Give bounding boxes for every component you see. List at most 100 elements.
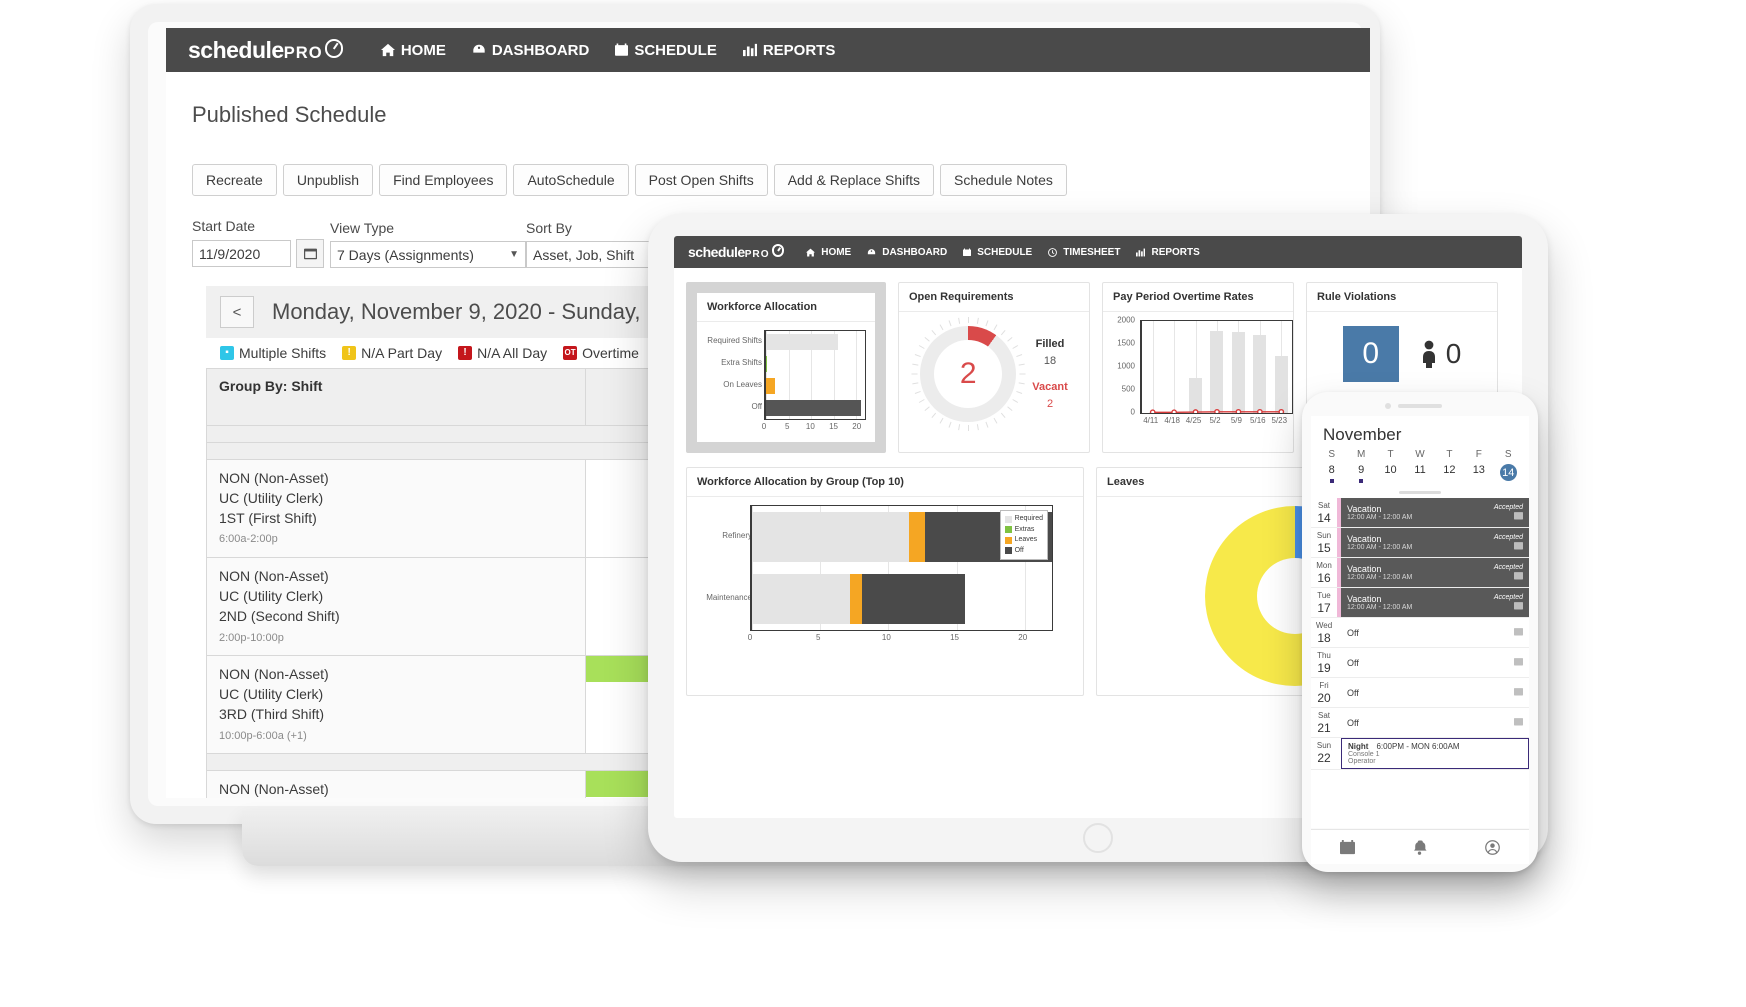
- bell-icon[interactable]: [1412, 840, 1427, 855]
- legend-overtime: OT Overtime: [563, 345, 639, 361]
- card-title: Workforce Allocation by Group (Top 10): [687, 468, 1083, 497]
- shift-name: Night: [1348, 742, 1369, 751]
- nav-home-label: HOME: [821, 246, 852, 258]
- logo-clock-icon: [324, 39, 343, 58]
- nav-timesheet[interactable]: TIMESHEET: [1048, 247, 1120, 258]
- open-requirements-kpis: Filled 18 Vacant 2: [1032, 336, 1067, 412]
- entry-day-number: 16: [1317, 571, 1331, 585]
- calendar-picker-icon[interactable]: [296, 239, 324, 268]
- bar: [766, 356, 768, 372]
- gauge-tick: [985, 421, 989, 428]
- axis-tick-label: 0: [1130, 407, 1135, 417]
- tablet-home-button[interactable]: [1083, 823, 1113, 853]
- entry-body: Off: [1341, 618, 1529, 647]
- list-item-shift[interactable]: Sun 22 Night 6:00PM - MON 6:00AM Console 1 Op…: [1311, 738, 1529, 770]
- calendar-icon[interactable]: [1514, 627, 1523, 636]
- workforce-allocation-chart: Required Shifts Extra Shifts On Leaves Off 0…: [706, 330, 866, 434]
- calendar-icon[interactable]: [1514, 687, 1523, 696]
- profile-icon[interactable]: [1485, 839, 1500, 855]
- list-item[interactable]: Tue 17 Vacation 12:00 AM - 12:00 AM Accepted: [1311, 588, 1529, 618]
- nav-dashboard[interactable]: DASHBOARD: [472, 42, 589, 59]
- nav-reports[interactable]: REPORTS: [1136, 247, 1200, 258]
- phone-drag-handle[interactable]: [1399, 491, 1441, 494]
- prev-week-button[interactable]: <: [220, 296, 254, 328]
- nav-home[interactable]: HOME: [806, 247, 851, 258]
- view-type-select[interactable]: 7 Days (Assignments) ▼: [330, 241, 526, 268]
- axis-tick-label: Off: [751, 402, 762, 411]
- view-type-label: View Type: [330, 220, 395, 236]
- entry-title: Vacation: [1347, 594, 1382, 604]
- list-item[interactable]: Fri 20 Off: [1311, 678, 1529, 708]
- date-cell[interactable]: 13: [1464, 464, 1493, 483]
- brand-suffix: PRO: [744, 249, 770, 260]
- entry-body: Off: [1341, 648, 1529, 677]
- calendar-icon[interactable]: [1514, 541, 1523, 550]
- list-item[interactable]: Sun 15 Vacation 12:00 AM - 12:00 AM Accepted: [1311, 528, 1529, 558]
- entry-body: Vacation 12:00 AM - 12:00 AM Accepted: [1341, 558, 1529, 587]
- post-open-shifts-button[interactable]: Post Open Shifts: [634, 164, 768, 196]
- list-item[interactable]: Mon 16 Vacation 12:00 AM - 12:00 AM Accepted: [1311, 558, 1529, 588]
- axis-tick-label: 500: [1121, 384, 1135, 394]
- legend-multiple-shifts: ▪ Multiple Shifts: [220, 345, 326, 361]
- date-cell[interactable]: 10: [1376, 464, 1405, 483]
- brand-logo[interactable]: schedule PRO: [688, 244, 785, 260]
- nav-home[interactable]: HOME: [380, 42, 446, 59]
- card-workforce-by-group[interactable]: Workforce Allocation by Group (Top 10) R…: [686, 467, 1084, 696]
- calendar-icon[interactable]: [1514, 571, 1523, 580]
- entry-body: Vacation 12:00 AM - 12:00 AM Accepted: [1341, 498, 1529, 527]
- person-icon: [1422, 340, 1435, 368]
- stacked-bar-row: [752, 568, 1052, 630]
- phone-screen: November SMTWTFS 8 9 10 11 12 13 14 Sat 14 Vacat…: [1311, 416, 1529, 828]
- nav-dashboard[interactable]: DASHBOARD: [867, 247, 947, 258]
- list-item[interactable]: Wed 18 Off: [1311, 618, 1529, 648]
- calendar-icon[interactable]: [1339, 839, 1355, 855]
- entry-status: Accepted: [1493, 593, 1523, 601]
- list-item[interactable]: Sat 14 Vacation 12:00 AM - 12:00 AM Accepted: [1311, 498, 1529, 528]
- recreate-button[interactable]: Recreate: [192, 164, 277, 196]
- brand-logo[interactable]: schedule PRO: [188, 37, 343, 64]
- add-replace-shifts-button[interactable]: Add & Replace Shifts: [773, 164, 935, 196]
- calendar-icon[interactable]: [1514, 657, 1523, 666]
- find-employees-button[interactable]: Find Employees: [379, 164, 508, 196]
- card-open-requirements[interactable]: Open Requirements 2 Filled 18 Vacant 2: [898, 282, 1090, 453]
- list-item[interactable]: Sat 21 Off: [1311, 708, 1529, 738]
- schedule-notes-button[interactable]: Schedule Notes: [940, 164, 1067, 196]
- date-cell[interactable]: 9: [1346, 464, 1375, 483]
- list-item[interactable]: Thu 19 Off: [1311, 648, 1529, 678]
- card-pay-period-overtime[interactable]: Pay Period Overtime Rates 2000 1500 1000 50…: [1102, 282, 1294, 453]
- axis-tick-label: 5: [784, 422, 790, 431]
- group-by-header[interactable]: Group By: Shift: [206, 368, 586, 426]
- view-type-value: 7 Days (Assignments): [337, 246, 474, 263]
- bar: [766, 334, 838, 350]
- entry-date: Mon 16: [1311, 558, 1337, 587]
- phone-schedule-list: Sat 14 Vacation 12:00 AM - 12:00 AM Accepted…: [1311, 498, 1529, 770]
- card-workforce-allocation[interactable]: Workforce Allocation Required Shifts Extr…: [686, 282, 886, 453]
- job-label: UC (Utility Clerk): [219, 489, 324, 506]
- nav-reports[interactable]: REPORTS: [742, 42, 835, 59]
- date-cell[interactable]: 14: [1494, 464, 1523, 483]
- phone-bottom-navigation: [1311, 829, 1529, 864]
- gauge-tick: [958, 424, 961, 431]
- calendar-icon[interactable]: [1514, 511, 1523, 520]
- date-number: 8: [1328, 464, 1335, 476]
- violations-count-badge: 0: [1342, 326, 1399, 382]
- gauge-tick: [968, 317, 970, 323]
- date-cell[interactable]: 11: [1405, 464, 1434, 483]
- shift-group-cell: NON (Non-Asset)EXT (Extra - General Help…: [206, 770, 586, 798]
- gauge-tick: [1018, 382, 1025, 385]
- date-cell[interactable]: 8: [1317, 464, 1346, 483]
- date-cell[interactable]: 12: [1435, 464, 1464, 483]
- calendar-icon[interactable]: [1514, 717, 1523, 726]
- legend-multiple-shifts-label: Multiple Shifts: [239, 345, 327, 361]
- calendar-icon[interactable]: [1514, 601, 1523, 610]
- nav-schedule[interactable]: SCHEDULE: [615, 42, 717, 59]
- nav-schedule[interactable]: SCHEDULE: [963, 247, 1032, 258]
- brand-name: schedule: [188, 36, 284, 63]
- calendar-icon: [963, 248, 972, 256]
- unpublish-button[interactable]: Unpublish: [282, 164, 374, 196]
- start-date-input[interactable]: 11/9/2020: [192, 240, 292, 267]
- bar: [766, 400, 861, 416]
- line-series: [1149, 408, 1285, 413]
- autoschedule-button[interactable]: AutoSchedule: [513, 164, 629, 196]
- event-dot: [1359, 479, 1364, 483]
